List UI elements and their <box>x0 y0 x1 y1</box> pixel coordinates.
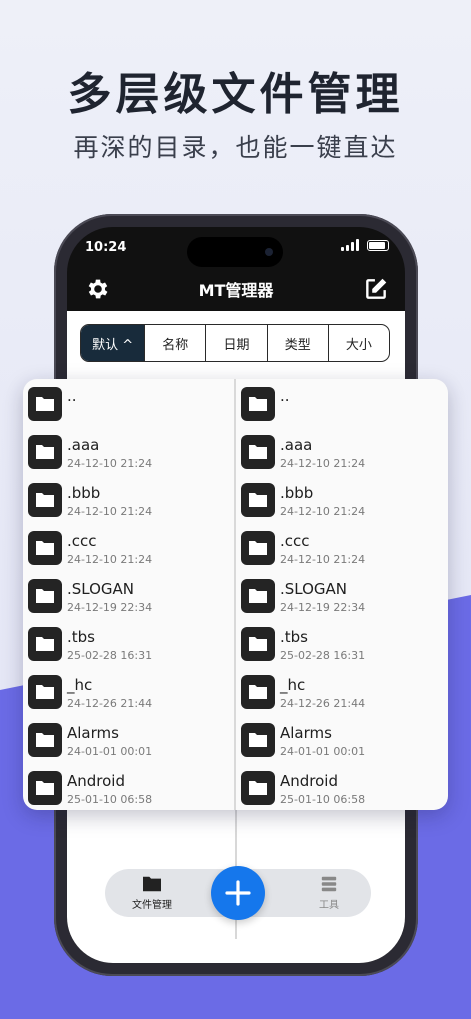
file-name: .ccc <box>67 532 97 550</box>
nav-tools-label: 工具 <box>319 900 339 911</box>
folder-icon <box>241 483 275 517</box>
file-row[interactable]: .aaa 24-12-10 21:24 <box>28 433 233 481</box>
file-name: .SLOGAN <box>280 580 348 598</box>
folder-icon <box>241 723 275 757</box>
file-name: .aaa <box>280 436 313 454</box>
file-date: 25-01-10 06:58 <box>67 793 153 806</box>
file-name: _hc <box>67 676 93 694</box>
file-name: Android <box>67 772 125 790</box>
file-name: .ccc <box>280 532 310 550</box>
folder-icon <box>241 579 275 613</box>
file-date: 25-02-28 16:31 <box>67 649 153 662</box>
dual-pane-panel: .. .aaa 24-12-10 21:24 .bbb 24-12-10 21:24 .c… <box>23 379 448 810</box>
file-date: 24-12-10 21:24 <box>67 457 153 470</box>
file-row[interactable]: .tbs 25-02-28 16:31 <box>28 625 233 673</box>
file-row[interactable]: .. <box>28 385 233 433</box>
file-row[interactable]: _hc 24-12-26 21:44 <box>241 673 446 721</box>
file-name: Android <box>280 772 338 790</box>
file-row[interactable]: .bbb 24-12-10 21:24 <box>28 481 233 529</box>
sort-bar: 默认 ^ 名称 日期 类型 大小 <box>80 324 390 362</box>
folder-icon <box>241 435 275 469</box>
folder-icon <box>28 387 62 421</box>
file-name: Alarms <box>67 724 119 742</box>
file-row[interactable]: .ccc 24-12-10 21:24 <box>28 529 233 577</box>
file-date: 24-12-26 21:44 <box>67 697 153 710</box>
sort-type[interactable]: 类型 <box>266 325 328 361</box>
file-date: 24-12-10 21:24 <box>280 505 366 518</box>
folder-icon <box>28 771 62 805</box>
folder-icon <box>28 435 62 469</box>
file-name: .. <box>67 387 77 405</box>
folder-icon <box>28 531 62 565</box>
file-name: _hc <box>280 676 306 694</box>
file-date: 24-01-01 00:01 <box>67 745 153 758</box>
folder-icon <box>28 675 62 709</box>
file-row[interactable]: Android 25-01-10 06:58 <box>28 769 233 810</box>
file-row[interactable]: .bbb 24-12-10 21:24 <box>241 481 446 529</box>
file-date: 25-02-28 16:31 <box>280 649 366 662</box>
file-row[interactable]: Alarms 24-01-01 00:01 <box>241 721 446 769</box>
file-row[interactable]: Android 25-01-10 06:58 <box>241 769 446 810</box>
right-file-list: .. .aaa 24-12-10 21:24 .bbb 24-12-10 21:24 .c… <box>241 385 446 810</box>
file-name: .SLOGAN <box>67 580 135 598</box>
status-icons <box>341 239 389 251</box>
left-file-list: .. .aaa 24-12-10 21:24 .bbb 24-12-10 21:24 .c… <box>28 385 233 810</box>
sort-size[interactable]: 大小 <box>327 325 389 361</box>
file-row[interactable]: .SLOGAN 24-12-19 22:34 <box>241 577 446 625</box>
promo-subline: 再深的目录，也能一键直达 <box>73 133 398 162</box>
file-date: 24-12-10 21:24 <box>67 553 153 566</box>
folder-icon <box>241 627 275 661</box>
file-date: 24-12-19 22:34 <box>280 601 366 614</box>
folder-icon <box>143 876 161 892</box>
file-date: 25-01-10 06:58 <box>280 793 366 806</box>
edit-icon[interactable] <box>363 276 389 302</box>
app-title: MT管理器 <box>198 281 274 300</box>
file-date: 24-12-19 22:34 <box>67 601 153 614</box>
file-date: 24-12-10 21:24 <box>67 505 153 518</box>
file-row[interactable]: .aaa 24-12-10 21:24 <box>241 433 446 481</box>
file-name: .aaa <box>67 436 100 454</box>
folder-icon <box>28 627 62 661</box>
nav-files-label: 文件管理 <box>132 900 172 911</box>
add-button[interactable] <box>211 866 265 920</box>
folder-icon <box>28 579 62 613</box>
promo-headline: 多层级文件管理 <box>67 69 404 120</box>
sort-date[interactable]: 日期 <box>205 325 266 361</box>
file-name: .tbs <box>67 628 95 646</box>
file-date: 24-12-26 21:44 <box>280 697 366 710</box>
file-row[interactable]: .ccc 24-12-10 21:24 <box>241 529 446 577</box>
battery-icon <box>367 239 389 251</box>
file-row[interactable]: .SLOGAN 24-12-19 22:34 <box>28 577 233 625</box>
file-row[interactable]: .. <box>241 385 446 433</box>
plus-icon <box>225 880 251 906</box>
signal-icon <box>341 239 359 251</box>
folder-icon <box>241 387 275 421</box>
file-name: .bbb <box>67 484 101 502</box>
folder-icon <box>241 771 275 805</box>
file-date: 24-12-10 21:24 <box>280 457 366 470</box>
folder-icon <box>241 531 275 565</box>
dynamic-island <box>187 237 283 267</box>
overlay-divider <box>234 379 236 810</box>
folder-icon <box>28 483 62 517</box>
file-row[interactable]: Alarms 24-01-01 00:01 <box>28 721 233 769</box>
file-row[interactable]: _hc 24-12-26 21:44 <box>28 673 233 721</box>
file-row[interactable]: .tbs 25-02-28 16:31 <box>241 625 446 673</box>
folder-icon <box>241 675 275 709</box>
folder-icon <box>28 723 62 757</box>
file-name: .tbs <box>280 628 308 646</box>
file-name: .. <box>280 387 290 405</box>
toolbox-icon <box>321 876 337 892</box>
file-date: 24-01-01 00:01 <box>280 745 366 758</box>
sort-default[interactable]: 默认 ^ <box>81 325 145 361</box>
status-time: 10:24 <box>85 240 127 255</box>
sort-name[interactable]: 名称 <box>144 325 205 361</box>
nav-files[interactable]: 文件管理 <box>127 875 177 911</box>
file-date: 24-12-10 21:24 <box>280 553 366 566</box>
nav-tools[interactable]: 工具 <box>309 875 349 911</box>
file-name: .bbb <box>280 484 314 502</box>
file-name: Alarms <box>280 724 332 742</box>
